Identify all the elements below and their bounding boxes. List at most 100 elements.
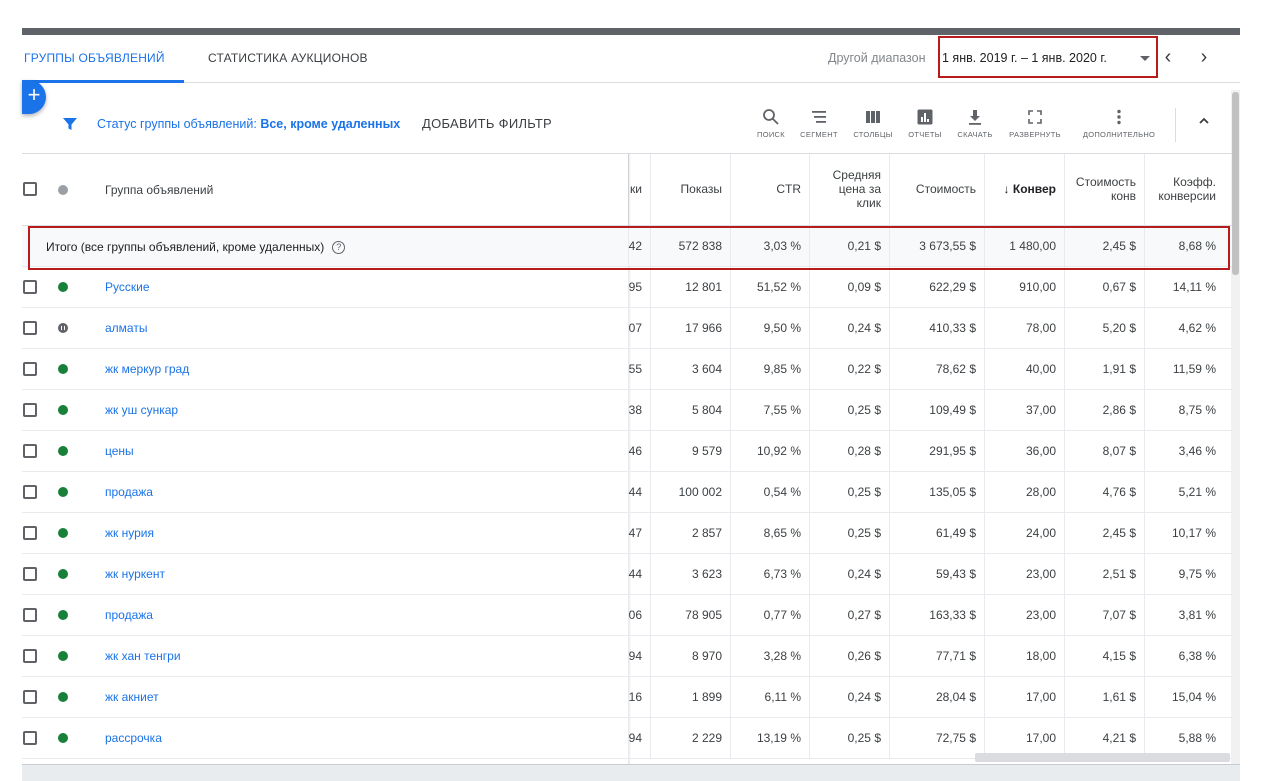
add-ad-group-button[interactable]: + xyxy=(22,80,46,114)
ad-group-name-link[interactable]: рассрочка xyxy=(105,731,162,745)
header-impressions[interactable]: Показы xyxy=(650,154,730,226)
active-status-icon[interactable] xyxy=(58,569,68,579)
table-row[interactable]: жк хан тенгри 94 8 970 3,28 % 0,26 $77,71 $1… xyxy=(22,636,1232,677)
cell-conv-rate: 5,21 % xyxy=(1144,472,1224,512)
active-status-icon[interactable] xyxy=(58,487,68,497)
ad-group-name-link[interactable]: жк хан тенгри xyxy=(105,649,181,663)
search-button[interactable]: ПОИСК xyxy=(755,108,787,144)
cell-avg-cpc: 0,27 $ xyxy=(809,595,889,635)
header-ctr[interactable]: CTR xyxy=(730,154,809,226)
cell-partial: 38 xyxy=(628,390,650,430)
segment-icon xyxy=(812,111,826,123)
download-button[interactable]: СКАЧАТЬ xyxy=(954,108,996,144)
ad-group-name-link[interactable]: продажа xyxy=(105,608,153,622)
date-range-picker[interactable]: 1 янв. 2019 г. – 1 янв. 2020 г. xyxy=(942,51,1107,65)
header-conversions-sorted[interactable]: ↓ Конвер xyxy=(984,154,1064,226)
cell-impressions: 8 970 xyxy=(650,636,730,676)
tab-auction-insights[interactable]: СТАТИСТИКА АУКЦИОНОВ xyxy=(208,51,368,65)
active-status-icon[interactable] xyxy=(58,282,68,292)
reports-label: ОТЧЕТЫ xyxy=(908,130,942,139)
segment-button[interactable]: СЕГМЕНТ xyxy=(797,108,841,144)
header-partial-column[interactable]: ки xyxy=(628,154,650,226)
table-row[interactable]: продажа 44 100 002 0,54 % 0,25 $135,05 $28,0… xyxy=(22,472,1232,513)
active-status-icon[interactable] xyxy=(58,364,68,374)
cell-conversions: 36,00 xyxy=(984,431,1064,471)
table-row[interactable]: алматы 07 17 966 9,50 % 0,24 $410,33 $78,00 5… xyxy=(22,308,1232,349)
row-checkbox[interactable] xyxy=(23,526,37,540)
active-status-icon[interactable] xyxy=(58,528,68,538)
ad-group-name-link[interactable]: алматы xyxy=(105,321,147,335)
collapse-chevron-icon[interactable] xyxy=(1197,114,1211,128)
table-row[interactable]: жк уш сункар 38 5 804 7,55 % 0,25 $109,49 $3… xyxy=(22,390,1232,431)
status-filter-chip[interactable]: Статус группы объявлений: Все, кроме уда… xyxy=(97,117,400,131)
row-checkbox[interactable] xyxy=(23,567,37,581)
cell-ctr: 6,11 % xyxy=(730,677,809,717)
active-status-icon[interactable] xyxy=(58,692,68,702)
ad-group-name-link[interactable]: жк нурия xyxy=(105,526,154,540)
columns-button[interactable]: СТОЛБЦЫ xyxy=(850,108,896,144)
paused-status-icon[interactable] xyxy=(58,323,68,333)
ad-group-name-link[interactable]: продажа xyxy=(105,485,153,499)
cell-impressions: 78 905 xyxy=(650,595,730,635)
header-cost[interactable]: Стоимость xyxy=(889,154,984,226)
header-ad-group[interactable]: Группа объявлений xyxy=(105,154,213,225)
table-row[interactable]: продажа 06 78 905 0,77 % 0,27 $163,33 $23,00… xyxy=(22,595,1232,636)
cell-ctr: 9,50 % xyxy=(730,308,809,348)
ad-group-name-link[interactable]: жк нуркент xyxy=(105,567,165,581)
table-row[interactable]: жк меркур град 55 3 604 9,85 % 0,22 $78,62 $… xyxy=(22,349,1232,390)
row-checkbox[interactable] xyxy=(23,280,37,294)
header-avg-cpc[interactable]: Средняя цена за клик xyxy=(809,154,889,226)
cell-conversions: 18,00 xyxy=(984,636,1064,676)
cell-ctr: 3,28 % xyxy=(730,636,809,676)
table-row[interactable]: жк акниет 16 1 899 6,11 % 0,24 $28,04 $17,00… xyxy=(22,677,1232,718)
cell-conversions: 78,00 xyxy=(984,308,1064,348)
ad-group-name-link[interactable]: жк акниет xyxy=(105,690,159,704)
reports-button[interactable]: ОТЧЕТЫ xyxy=(906,108,944,144)
active-status-icon[interactable] xyxy=(58,733,68,743)
add-filter-button[interactable]: ДОБАВИТЬ ФИЛЬТР xyxy=(422,116,552,131)
cell-ctr: 9,85 % xyxy=(730,349,809,389)
tab-ad-groups[interactable]: ГРУППЫ ОБЪЯВЛЕНИЙ xyxy=(24,51,165,65)
active-status-icon[interactable] xyxy=(58,610,68,620)
row-checkbox[interactable] xyxy=(23,608,37,622)
active-status-icon[interactable] xyxy=(58,446,68,456)
row-checkbox[interactable] xyxy=(23,444,37,458)
row-checkbox[interactable] xyxy=(23,731,37,745)
more-button[interactable]: ДОПОЛНИТЕЛЬНО xyxy=(1079,108,1159,144)
ad-group-name-link[interactable]: жк уш сункар xyxy=(105,403,178,417)
header-cost-per-conversion[interactable]: Стоимость конв xyxy=(1064,154,1144,226)
row-checkbox[interactable] xyxy=(23,321,37,335)
row-checkbox[interactable] xyxy=(23,403,37,417)
cell-impressions: 12 801 xyxy=(650,267,730,307)
row-checkbox[interactable] xyxy=(23,690,37,704)
download-label: СКАЧАТЬ xyxy=(957,130,993,139)
horizontal-scrollbar[interactable] xyxy=(975,753,1230,762)
ad-group-name-link[interactable]: Русские xyxy=(105,280,150,294)
cell-cost: 61,49 $ xyxy=(889,513,984,553)
cell-cost: 135,05 $ xyxy=(889,472,984,512)
table-row[interactable]: цены 46 9 579 10,92 % 0,28 $291,95 $36,00 8,0… xyxy=(22,431,1232,472)
header-conversion-rate[interactable]: Коэфф. конверсии xyxy=(1144,154,1224,226)
cell-avg-cpc: 0,22 $ xyxy=(809,349,889,389)
select-all-checkbox[interactable] xyxy=(23,182,37,196)
row-checkbox[interactable] xyxy=(23,485,37,499)
table-row[interactable]: жк нурия 47 2 857 8,65 % 0,25 $61,49 $24,00 2… xyxy=(22,513,1232,554)
active-status-icon[interactable] xyxy=(58,405,68,415)
row-checkbox[interactable] xyxy=(23,649,37,663)
row-checkbox[interactable] xyxy=(23,362,37,376)
table-row[interactable]: жк нуркент 44 3 623 6,73 % 0,24 $59,43 $23,0… xyxy=(22,554,1232,595)
cell-cost-per-conv: 7,07 $ xyxy=(1064,595,1144,635)
cell-partial: 46 xyxy=(628,431,650,471)
filter-icon[interactable] xyxy=(62,116,78,132)
cell-partial: 16 xyxy=(628,677,650,717)
vertical-scrollbar-thumb[interactable] xyxy=(1232,92,1239,275)
ad-group-name-link[interactable]: жк меркур град xyxy=(105,362,189,376)
ad-group-name-link[interactable]: цены xyxy=(105,444,134,458)
table-row[interactable]: Русские 95 12 801 51,52 % 0,09 $622,29 $910,… xyxy=(22,267,1232,308)
cell-conversions: 17,00 xyxy=(984,718,1064,758)
previous-period-button[interactable]: ‹ xyxy=(1156,45,1180,71)
active-status-icon[interactable] xyxy=(58,651,68,661)
chevron-down-icon[interactable] xyxy=(1140,56,1150,61)
expand-button[interactable]: РАЗВЕРНУТЬ xyxy=(1006,108,1064,144)
next-period-button[interactable]: › xyxy=(1192,45,1216,71)
